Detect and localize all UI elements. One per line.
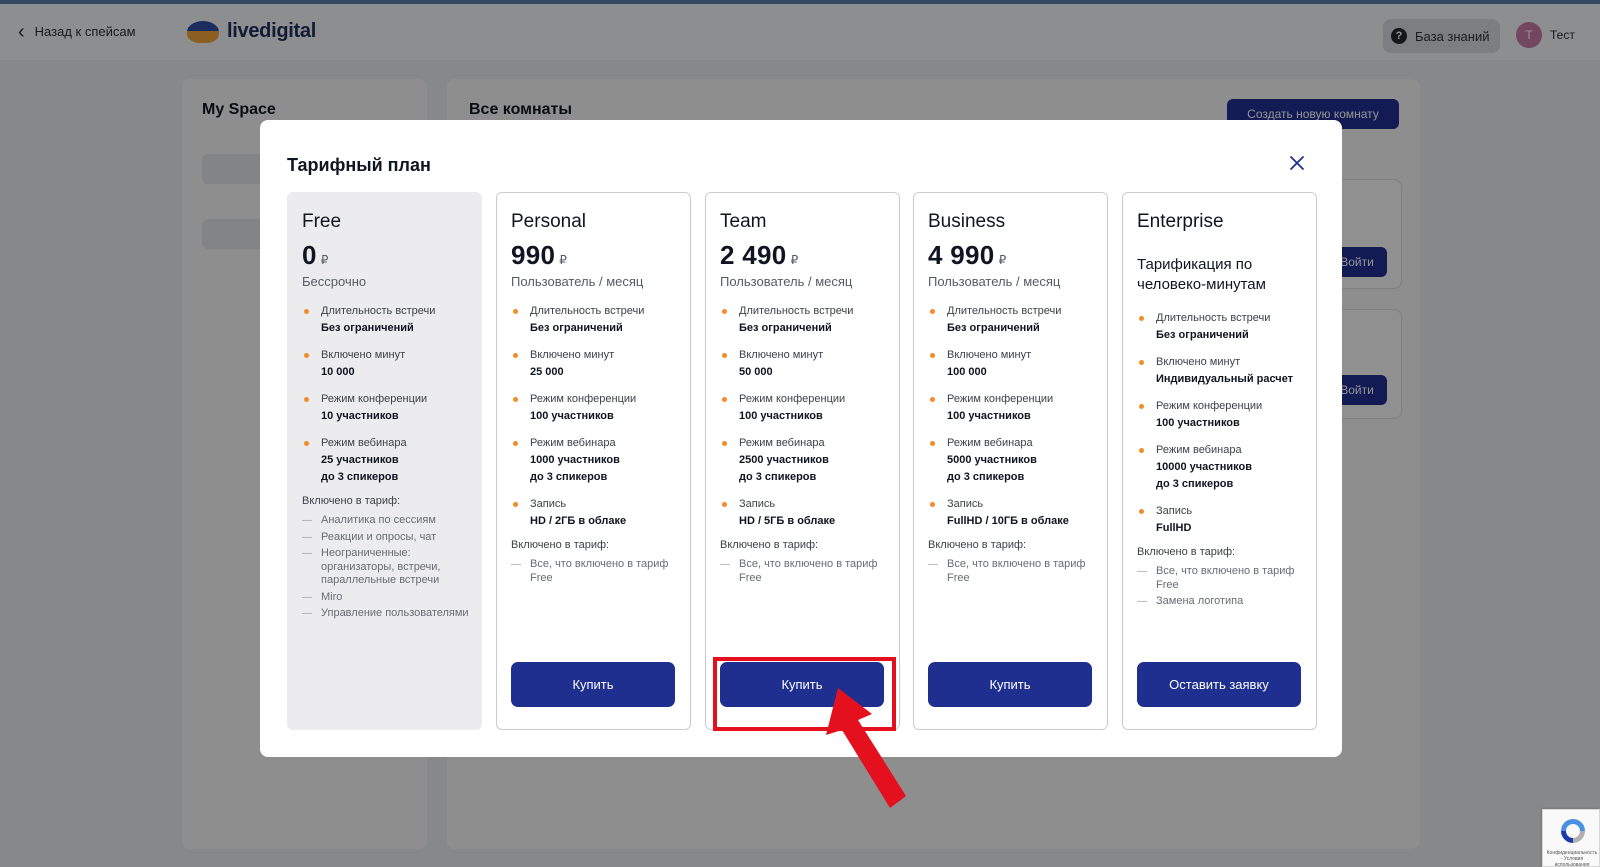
included-title: Включено в тариф: <box>302 495 401 507</box>
feature-item: Включено минут 10 000 <box>302 347 474 381</box>
included-title: Включено в тариф: <box>511 539 610 551</box>
feature-item: Режим конференции 100 участников <box>720 391 892 425</box>
close-button[interactable] <box>1285 151 1309 175</box>
request-button-enterprise[interactable]: Оставить заявку <box>1137 662 1301 707</box>
feature-list: Длительность встречи Без ограничений Вклю… <box>928 303 1100 540</box>
plan-price: 990 ₽ <box>511 240 568 270</box>
feature-item: Режим конференции 100 участников <box>511 391 683 425</box>
plan-name: Personal <box>511 211 586 232</box>
plan-name: Free <box>302 211 342 232</box>
feature-item: Запись HD / 2ГБ в облаке <box>511 496 683 530</box>
feature-item: Включено минут 25 000 <box>511 347 683 381</box>
feature-item: Включено минут Индивидуальный расчет <box>1137 354 1309 388</box>
plan-price: 0 ₽ <box>302 240 329 270</box>
feature-item: Длительность встречи Без ограничений <box>302 303 474 337</box>
feature-item: Длительность встречи Без ограничений <box>928 303 1100 337</box>
recaptcha-text: Конфиденциальность - Условия использован… <box>1546 850 1598 867</box>
included-item: Управление пользователями <box>302 607 474 621</box>
plan-period: Пользователь / месяц <box>928 274 1061 289</box>
included-item: Замена логотипа <box>1137 595 1309 609</box>
feature-item: Длительность встречи Без ограничений <box>1137 310 1309 344</box>
included-list: Аналитика по сессиям Реакции и опросы, ч… <box>302 514 474 624</box>
plan-card-personal: Personal 990 ₽ Пользователь / месяц Длите… <box>496 192 691 730</box>
buy-button-business[interactable]: Купить <box>928 662 1092 707</box>
feature-item: Включено минут 50 000 <box>720 347 892 381</box>
currency-sign: ₽ <box>790 253 799 267</box>
plan-card-team: Team 2 490 ₽ Пользователь / месяц Длитель… <box>705 192 900 730</box>
currency-sign: ₽ <box>320 253 329 267</box>
included-item: Miro <box>302 591 474 605</box>
red-arrow-icon <box>826 688 906 808</box>
included-title: Включено в тариф: <box>1137 546 1236 558</box>
close-icon <box>1290 156 1304 170</box>
recaptcha-icon <box>1561 819 1585 843</box>
currency-sign: ₽ <box>559 253 568 267</box>
feature-item: Запись FullHD <box>1137 503 1309 537</box>
feature-list: Длительность встречи Без ограничений Вклю… <box>720 303 892 540</box>
plan-card-free: Free 0 ₽ Бессрочно Длительность встречи Бе… <box>287 192 482 730</box>
included-item: Неограниченные: организаторы, встречи, п… <box>302 547 474 588</box>
plan-price: 4 990 ₽ <box>928 240 1007 270</box>
feature-list: Длительность встречи Без ограничений Вклю… <box>1137 310 1309 547</box>
feature-list: Длительность встречи Без ограничений Вклю… <box>302 303 474 496</box>
included-title: Включено в тариф: <box>720 539 819 551</box>
feature-item: Режим конференции 100 участников <box>928 391 1100 425</box>
feature-item: Длительность встречи Без ограничений <box>720 303 892 337</box>
plan-period: Пользователь / месяц <box>720 274 853 289</box>
included-list: Все, что включено в тариф Free <box>720 558 892 588</box>
feature-item: Запись FullHD / 10ГБ в облаке <box>928 496 1100 530</box>
feature-item: Режим вебинара 25 участников до 3 спикеров <box>302 435 474 486</box>
included-item: Аналитика по сессиям <box>302 514 474 528</box>
plan-card-business: Business 4 990 ₽ Пользователь / месяц Дли… <box>913 192 1108 730</box>
plan-period: Бессрочно <box>302 274 367 289</box>
feature-item: Режим вебинара 10000 участников до 3 спике… <box>1137 442 1309 493</box>
feature-item: Включено минут 100 000 <box>928 347 1100 381</box>
feature-item: Режим конференции 100 участников <box>1137 398 1309 432</box>
feature-item: Режим вебинара 5000 участников до 3 спикер… <box>928 435 1100 486</box>
plan-name: Enterprise <box>1137 211 1224 232</box>
included-item: Реакции и опросы, чат <box>302 531 474 545</box>
currency-sign: ₽ <box>998 253 1007 267</box>
recaptcha-badge[interactable]: Конфиденциальность - Условия использован… <box>1542 809 1600 867</box>
included-title: Включено в тариф: <box>928 539 1027 551</box>
feature-item: Длительность встречи Без ограничений <box>511 303 683 337</box>
included-item: Все, что включено в тариф Free <box>928 558 1100 585</box>
included-list: Все, что включено в тариф Free Замена ло… <box>1137 565 1309 612</box>
included-item: Все, что включено в тариф Free <box>720 558 892 585</box>
plan-name: Business <box>928 211 1006 232</box>
feature-item: Режим конференции 10 участников <box>302 391 474 425</box>
feature-item: Запись HD / 5ГБ в облаке <box>720 496 892 530</box>
plan-price: 2 490 ₽ <box>720 240 799 270</box>
modal-title: Тарифный план <box>287 155 431 175</box>
feature-item: Режим вебинара 2500 участников до 3 спикер… <box>720 435 892 486</box>
plan-period: Пользователь / месяц <box>511 274 644 289</box>
included-item: Все, что включено в тариф Free <box>511 558 683 585</box>
plan-card-enterprise: Enterprise Тарификация по человеко-минут… <box>1122 192 1317 730</box>
included-list: Все, что включено в тариф Free <box>511 558 683 588</box>
feature-item: Режим вебинара 1000 участников до 3 спикер… <box>511 435 683 486</box>
plan-subtitle: Тарификация по человеко-минутам <box>1137 256 1266 293</box>
included-item: Все, что включено в тариф Free <box>1137 565 1309 592</box>
plan-name: Team <box>720 211 767 232</box>
feature-list: Длительность встречи Без ограничений Вклю… <box>511 303 683 540</box>
buy-button-personal[interactable]: Купить <box>511 662 675 707</box>
included-list: Все, что включено в тариф Free <box>928 558 1100 588</box>
